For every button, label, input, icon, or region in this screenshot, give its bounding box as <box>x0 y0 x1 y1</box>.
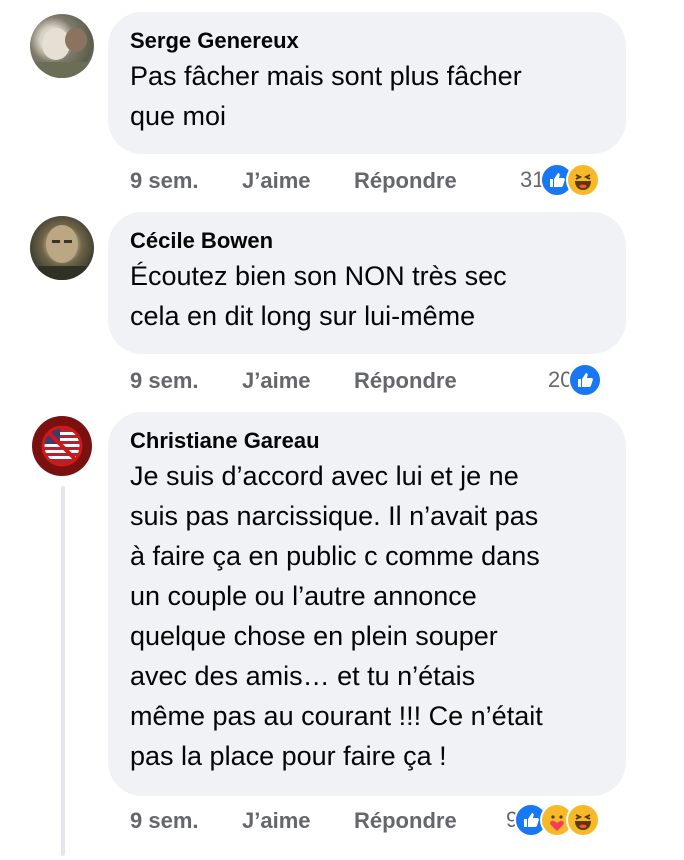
reaction-summary[interactable]: 9 <box>506 802 601 838</box>
comment-actions: 9 sem. J’aime Répondre <box>130 362 457 398</box>
avatar[interactable] <box>30 216 94 280</box>
comment-actions: 9 sem. J’aime Répondre <box>130 802 457 838</box>
comment-author[interactable]: Christiane Gareau <box>130 426 604 456</box>
reply-button[interactable]: Répondre <box>354 168 457 194</box>
comment-timestamp[interactable]: 9 sem. <box>130 368 199 394</box>
reply-button[interactable]: Répondre <box>354 808 457 834</box>
comment-timestamp[interactable]: 9 sem. <box>130 168 199 194</box>
avatar[interactable] <box>30 14 94 78</box>
reaction-summary[interactable]: 31 <box>520 162 601 198</box>
comment-text: Pas fâcher mais sont plus fâcher que moi <box>130 61 522 131</box>
comment-actions: 9 sem. J’aime Répondre <box>130 162 457 198</box>
comment-author[interactable]: Serge Genereux <box>130 26 604 56</box>
like-icon <box>568 363 603 397</box>
like-button[interactable]: J’aime <box>242 368 311 394</box>
boycott-usa-badge-icon <box>32 416 92 476</box>
avatar[interactable] <box>30 414 94 478</box>
comment-bubble: Christiane Gareau Je suis d’accord avec … <box>108 412 626 796</box>
comment-text: Je suis d’accord avec lui et je ne suis … <box>130 461 543 771</box>
comment-bubble: Serge Genereux Pas fâcher mais sont plus… <box>108 12 626 154</box>
comment-bubble: Cécile Bowen Écoutez bien son NON très s… <box>108 212 626 354</box>
comment-author[interactable]: Cécile Bowen <box>130 226 604 256</box>
comment-timestamp[interactable]: 9 sem. <box>130 808 199 834</box>
reply-thread-line <box>61 486 65 856</box>
reply-button[interactable]: Répondre <box>354 368 457 394</box>
reaction-summary[interactable]: 20 <box>548 362 603 398</box>
comment-text: Écoutez bien son NON très sec cela en di… <box>130 261 507 331</box>
like-button[interactable]: J’aime <box>242 168 311 194</box>
like-button[interactable]: J’aime <box>242 808 311 834</box>
haha-icon <box>566 803 601 837</box>
haha-icon <box>566 163 601 197</box>
